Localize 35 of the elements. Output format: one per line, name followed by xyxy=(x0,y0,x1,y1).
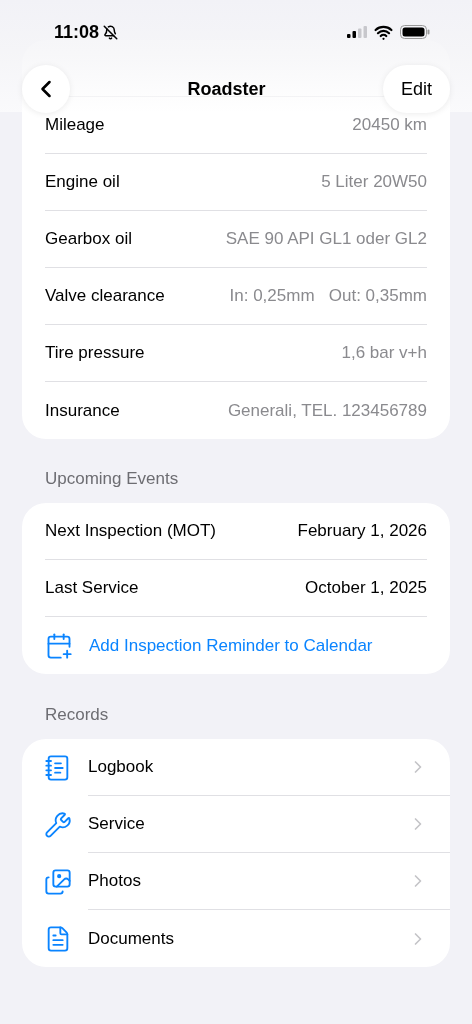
section-heading: Upcoming Events xyxy=(45,467,179,490)
item-label: Documents xyxy=(88,927,174,950)
photos-icon xyxy=(44,867,72,896)
item-label: Logbook xyxy=(88,756,154,779)
records-item[interactable]: Service xyxy=(22,796,450,853)
battery-icon xyxy=(400,25,430,39)
row-label: Gearbox oil xyxy=(45,228,132,251)
row-label: Tire pressure xyxy=(45,342,145,365)
signal-icon xyxy=(347,26,367,38)
row-value: 20450 km xyxy=(352,114,427,137)
row-value: SAE 90 API GL1 oder GL2 xyxy=(225,228,427,251)
calendar-add-icon xyxy=(45,631,73,660)
row-label: Engine oil xyxy=(45,171,120,194)
row-value: February 1, 2026 xyxy=(297,520,427,543)
item-label: Service xyxy=(88,813,145,836)
item-label: Photos xyxy=(88,870,141,893)
wrench-icon xyxy=(44,810,72,839)
row-value: October 1, 2025 xyxy=(305,577,427,600)
screen-title: Roadster xyxy=(187,77,266,101)
row-value: In: 0,25mm Out: 0,35mm xyxy=(229,285,427,308)
bell-muted-icon xyxy=(103,24,119,40)
add-reminder-link[interactable]: Add Inspection Reminder to Calendar xyxy=(45,631,373,660)
status-time: 11:08 xyxy=(54,20,100,44)
records-item[interactable]: Logbook xyxy=(22,739,450,796)
row-value: Generali, TEL. 123456789 xyxy=(227,399,427,422)
row-value: 1,6 bar v+h xyxy=(341,342,427,365)
section-heading: Records xyxy=(45,703,109,726)
records-item[interactable]: Documents xyxy=(22,910,450,967)
records-item[interactable]: Photos xyxy=(22,853,450,910)
row-label: Mileage xyxy=(45,114,105,137)
row-value: 5 Liter 20W50 xyxy=(321,171,427,194)
row-label: Insurance xyxy=(45,399,120,422)
row-label: Valve clearance xyxy=(45,285,165,308)
row-label: Last Service xyxy=(45,577,139,600)
row-label: Next Inspection (MOT) xyxy=(45,520,216,543)
